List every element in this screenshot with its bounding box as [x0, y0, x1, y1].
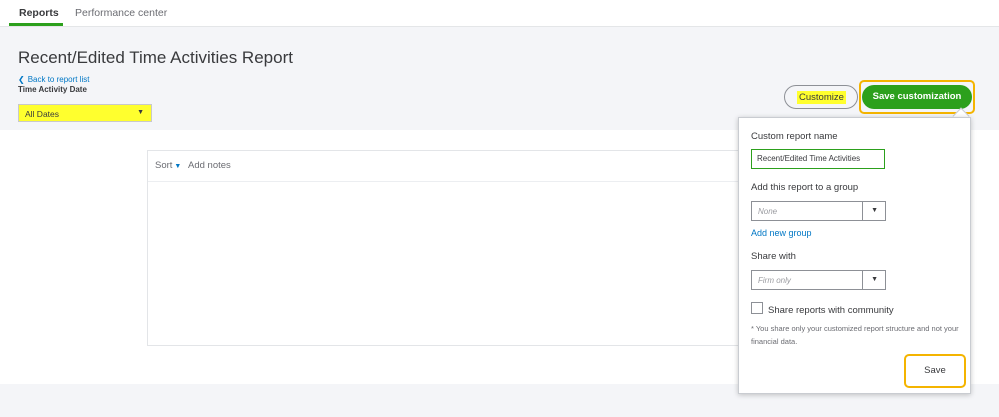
- custom-report-name-label: Custom report name: [751, 131, 838, 142]
- dropdown-arrow-icon: ▼: [871, 276, 878, 283]
- group-select-value: None: [758, 207, 778, 216]
- select-divider: [862, 202, 863, 220]
- caret-down-icon: ▼: [172, 163, 182, 170]
- custom-report-name-input[interactable]: Recent/Edited Time Activities: [751, 149, 885, 169]
- customize-button[interactable]: Customize: [784, 85, 858, 109]
- date-range-select[interactable]: All Dates ▼: [18, 104, 152, 122]
- share-with-select[interactable]: Firm only ▼: [751, 270, 886, 290]
- time-activity-date-label: Time Activity Date: [18, 85, 87, 94]
- select-divider: [862, 271, 863, 289]
- back-link-label: Back to report list: [27, 75, 90, 84]
- share-with-value: Firm only: [758, 276, 791, 285]
- sort-label: Sort: [155, 160, 173, 171]
- tab-performance-center[interactable]: Performance center: [75, 7, 167, 19]
- save-customization-button[interactable]: Save customization: [862, 85, 972, 109]
- page-title: Recent/Edited Time Activities Report: [18, 48, 293, 67]
- sort-button[interactable]: Sort ▼: [155, 160, 181, 171]
- save-button-highlight: Save: [904, 354, 966, 388]
- share-with-community-checkbox[interactable]: [751, 302, 763, 314]
- save-customization-popup: Custom report name Recent/Edited Time Ac…: [738, 117, 971, 394]
- top-tab-bar: Reports Performance center: [0, 0, 999, 27]
- active-tab-indicator: [9, 23, 63, 26]
- share-with-community-label: Share reports with community: [768, 305, 894, 316]
- tab-reports[interactable]: Reports: [19, 7, 59, 19]
- add-to-group-label: Add this report to a group: [751, 182, 859, 193]
- chevron-left-icon: ❮: [18, 75, 25, 84]
- customize-label: Customize: [797, 91, 846, 104]
- dropdown-arrow-icon: ▼: [137, 109, 144, 116]
- save-button[interactable]: Save: [906, 356, 964, 386]
- share-with-label: Share with: [751, 251, 796, 262]
- date-range-value: All Dates: [25, 109, 60, 119]
- dropdown-arrow-icon: ▼: [871, 207, 878, 214]
- community-note: * You share only your customized report …: [751, 324, 959, 346]
- report-toolbar: Sort ▼ Add notes: [148, 151, 746, 182]
- add-new-group-link[interactable]: Add new group: [751, 228, 812, 238]
- add-notes-link[interactable]: Add notes: [188, 160, 231, 171]
- back-to-report-list-link[interactable]: ❮ Back to report list: [18, 75, 90, 84]
- group-select[interactable]: None ▼: [751, 201, 886, 221]
- report-panel: Sort ▼ Add notes: [147, 150, 747, 346]
